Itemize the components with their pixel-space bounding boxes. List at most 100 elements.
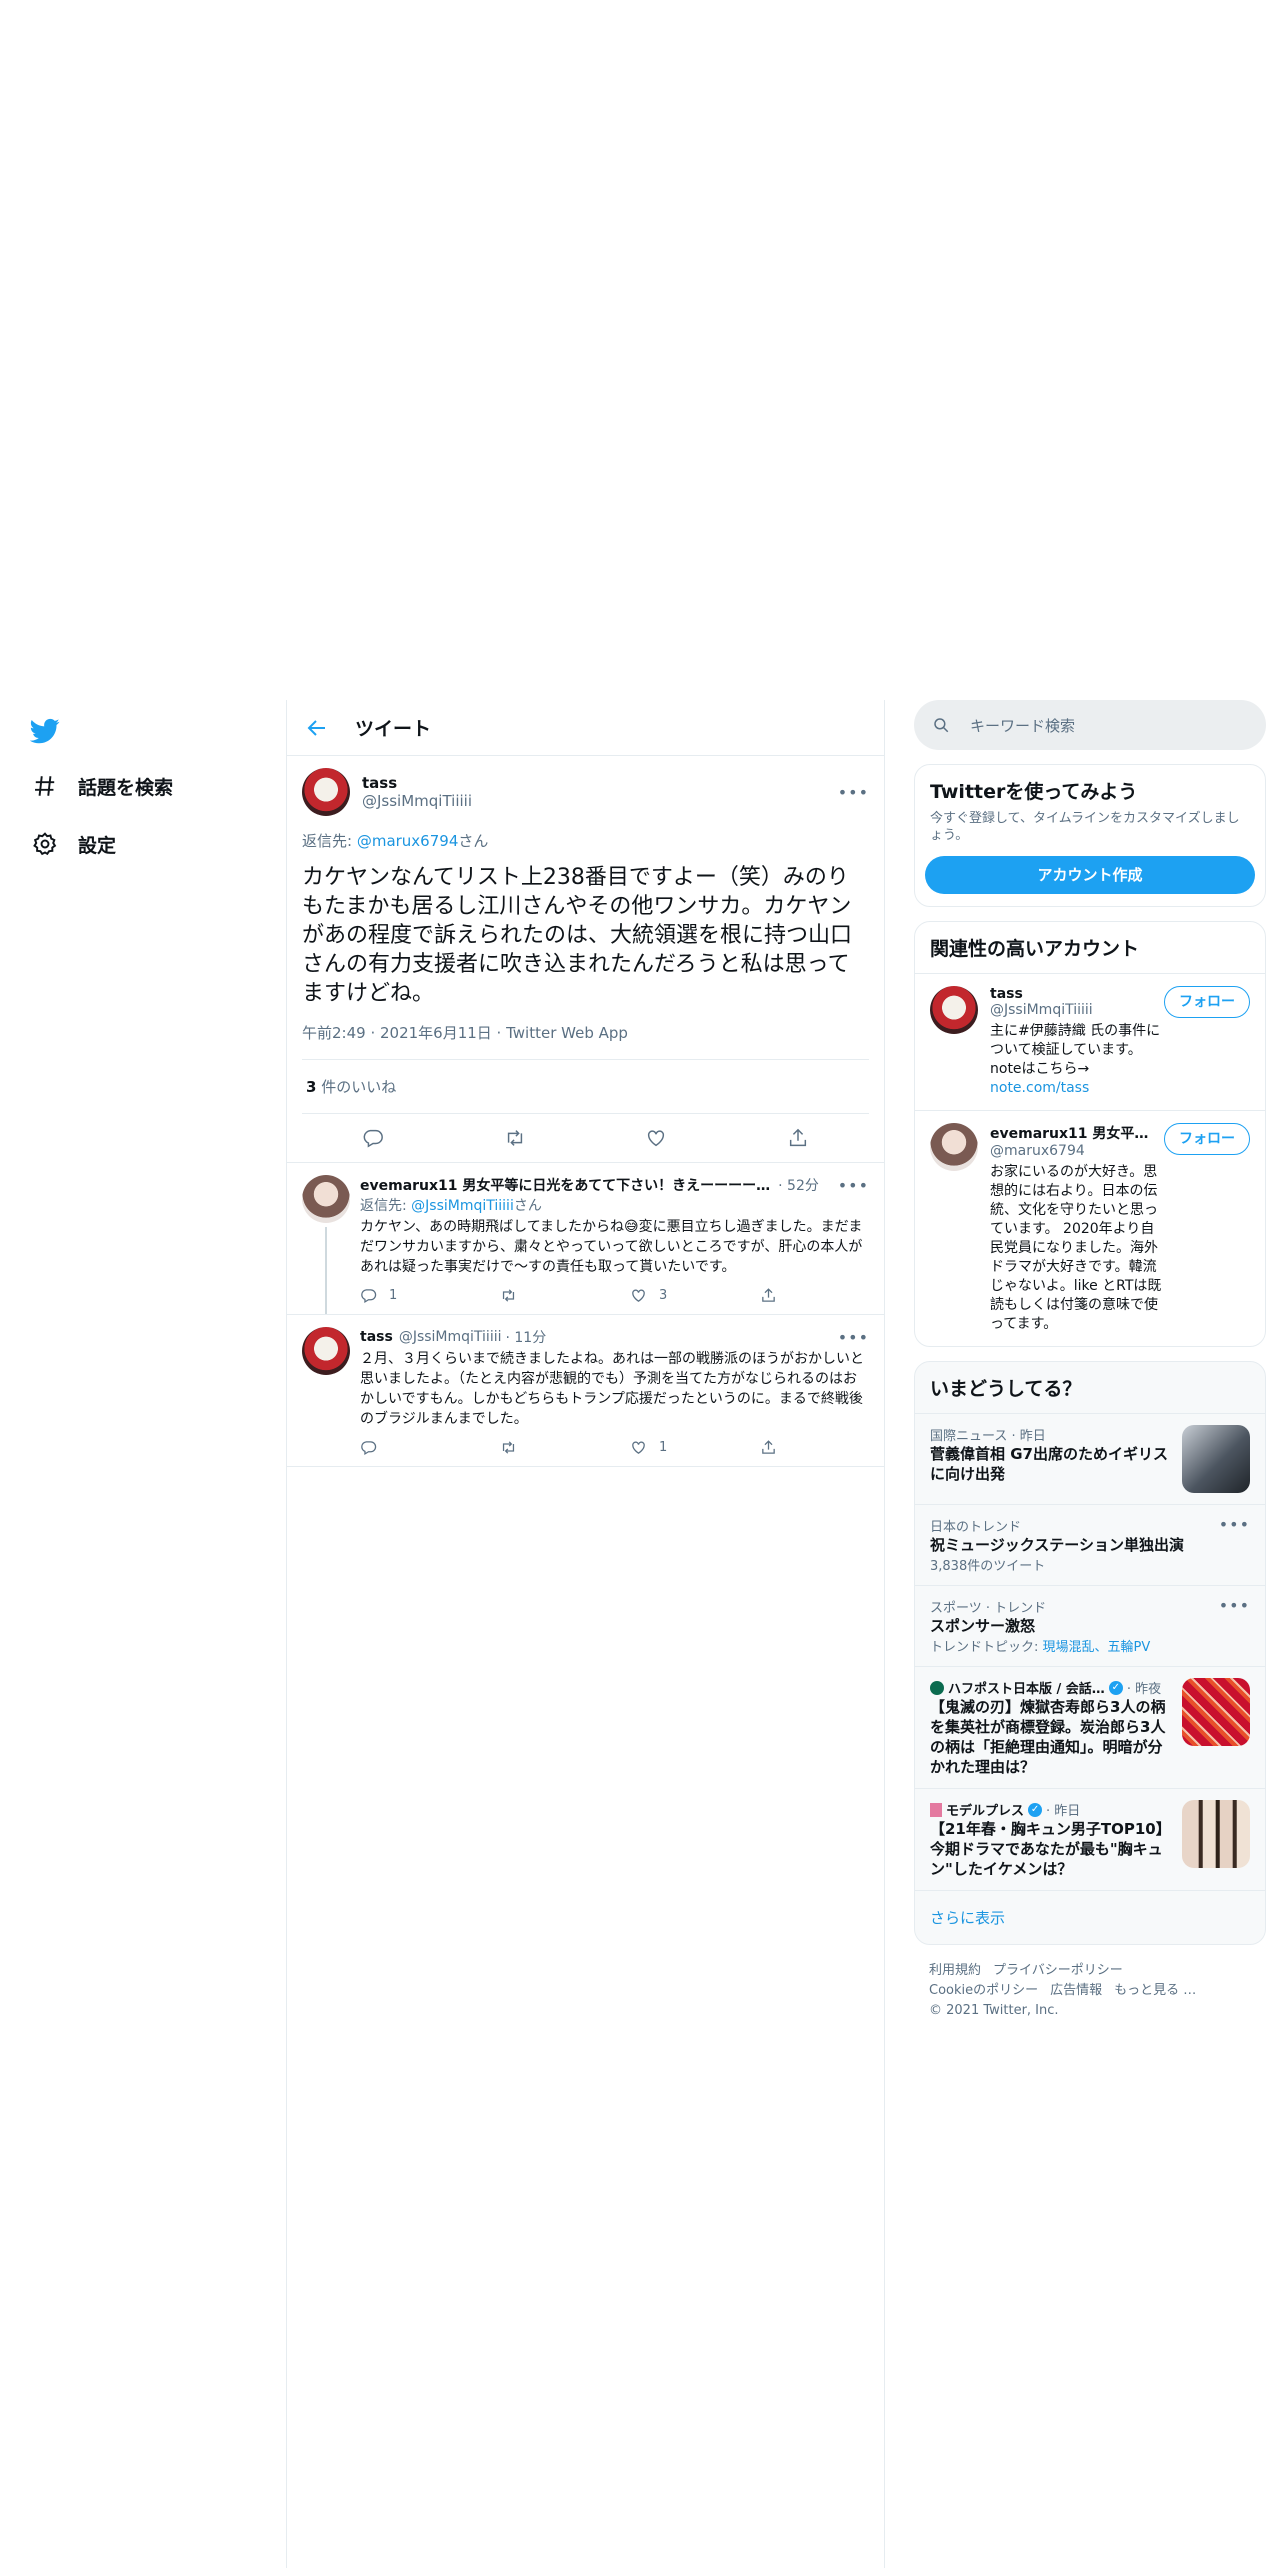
page-header: ツイート	[287, 700, 884, 756]
footer-link[interactable]: もっと見る …	[1114, 1983, 1196, 1998]
trend-item[interactable]: 国際ニュース · 昨日 菅義偉首相 G7出席のためイギリスに向け出発	[915, 1413, 1265, 1504]
verified-badge-icon: ✓	[1108, 1680, 1123, 1695]
reply-to-link[interactable]: @marux6794	[357, 832, 459, 850]
more-options-icon[interactable]: •••	[838, 783, 869, 802]
like-button[interactable]: 1	[630, 1439, 730, 1456]
tweet-text: カケヤン、あの時期飛ばしてましたからね😅変に悪目立ちし過ぎました。まだまだワンサ…	[360, 1219, 863, 1275]
footer-link[interactable]: Cookieのポリシー	[929, 1983, 1038, 1998]
avatar[interactable]	[302, 1175, 350, 1223]
account-bio-link[interactable]: note.com/tass	[990, 1079, 1164, 1098]
search-icon	[934, 718, 949, 733]
like-icon[interactable]	[645, 1127, 667, 1149]
right-sidebar: キーワード検索 Twitterを使ってみよう 今すぐ登録して、タイムラインをカス…	[914, 700, 1266, 2037]
retweet-icon	[502, 1289, 515, 1302]
trend-time: · 昨夜	[1126, 1682, 1162, 1697]
author-handle[interactable]: @JssiMmqiTiiiii	[399, 1329, 502, 1345]
more-options-icon[interactable]: •••	[1219, 1515, 1250, 1534]
trend-item[interactable]: ハフポスト日本版 / 会話… ✓ · 昨夜 【鬼滅の刃】煉獄杏寿郎ら3人の柄を集…	[915, 1666, 1265, 1788]
reply-to-link[interactable]: @JssiMmqiTiiiii	[411, 1198, 514, 1214]
like-icon	[632, 1441, 645, 1454]
trend-title: 菅義偉首相 G7出席のためイギリスに向け出発	[930, 1445, 1168, 1483]
account-item[interactable]: tass @JssiMmqiTiiiii 主に#伊藤詩織 氏の事件について検証し…	[915, 973, 1265, 1110]
verified-badge-icon: ✓	[1028, 1802, 1043, 1817]
like-button[interactable]: 3	[630, 1287, 730, 1304]
trend-item[interactable]: スポーツ · トレンド スポンサー激怒 トレンドトピック: 現場混乱、五輪PV …	[915, 1585, 1265, 1666]
footer-link[interactable]: プライバシーポリシー	[993, 1963, 1123, 1978]
share-button[interactable]	[760, 1439, 860, 1456]
back-arrow-icon[interactable]	[305, 716, 329, 740]
account-handle[interactable]: @JssiMmqiTiiiii	[990, 1002, 1164, 1018]
avatar[interactable]	[302, 768, 350, 816]
avatar[interactable]	[930, 1123, 978, 1171]
likes-count: 3	[306, 1078, 317, 1096]
footer: 利用規約 プライバシーポリシー Cookieのポリシー 広告情報 もっと見る … © …	[914, 1945, 1266, 2037]
search-box[interactable]: キーワード検索	[914, 700, 1266, 750]
trend-item[interactable]: モデルプレス ✓ · 昨日 【21年春・胸キュン男子TOP10】今期ドラマであな…	[915, 1788, 1265, 1890]
author-handle[interactable]: @JssiMmqiTiiiii	[362, 792, 838, 810]
avatar[interactable]	[302, 1327, 350, 1375]
publisher-icon	[930, 1802, 942, 1817]
share-icon[interactable]	[787, 1127, 809, 1149]
relevant-title: 関連性の高いアカウント	[930, 938, 1140, 960]
reply-tweet[interactable]: evemarux11 男女平等に日光をあてて下さい！きえーーーー… · 52分 …	[287, 1163, 884, 1315]
search-input[interactable]: キーワード検索	[970, 715, 1075, 736]
account-name[interactable]: evemarux11 男女平…	[990, 1123, 1164, 1143]
follow-button[interactable]: フォロー	[1164, 1123, 1250, 1155]
author-name[interactable]: tass	[360, 1329, 393, 1345]
show-more-link[interactable]: さらに表示	[915, 1890, 1265, 1944]
reply-button[interactable]	[360, 1439, 460, 1456]
gear-icon	[33, 832, 57, 856]
tweet-time[interactable]: · 52分	[778, 1175, 819, 1195]
page-title: ツイート	[355, 718, 432, 740]
tweet-time[interactable]: · 11分	[505, 1327, 546, 1347]
share-icon	[762, 1288, 775, 1302]
twitter-logo-icon[interactable]	[30, 716, 60, 746]
retweet-button[interactable]	[500, 1439, 600, 1456]
retweet-button[interactable]	[500, 1287, 600, 1304]
share-button[interactable]	[760, 1287, 860, 1304]
tweet-meta[interactable]: 午前2:49 · 2021年6月11日 · Twitter Web App	[302, 1022, 869, 1060]
account-handle[interactable]: @marux6794	[990, 1143, 1164, 1159]
create-account-button[interactable]: アカウント作成	[925, 856, 1255, 894]
avatar[interactable]	[930, 986, 978, 1034]
nav-settings[interactable]: 設定	[32, 824, 116, 864]
account-name[interactable]: tass	[990, 986, 1164, 1002]
tweet-actions: 1 3	[360, 1287, 869, 1304]
footer-link[interactable]: 広告情報	[1050, 1983, 1102, 1998]
account-item[interactable]: evemarux11 男女平… @marux6794 お家にいるのが大好き。思想…	[915, 1110, 1265, 1346]
tweet-actions	[302, 1114, 869, 1162]
trend-context: スポーツ · トレンド	[930, 1601, 1047, 1616]
follow-button[interactable]: フォロー	[1164, 986, 1250, 1018]
retweet-icon[interactable]	[504, 1127, 526, 1149]
author-name[interactable]: tass	[362, 774, 838, 792]
like-count: 3	[659, 1288, 668, 1303]
trend-topics[interactable]: 現場混乱、五輪PV	[1043, 1640, 1151, 1655]
more-options-icon[interactable]: •••	[838, 1328, 869, 1347]
trend-time: · 昨日	[1046, 1804, 1081, 1819]
copyright: © 2021 Twitter, Inc.	[929, 2003, 1059, 2018]
hashtag-icon	[35, 776, 55, 796]
account-bio: お家にいるのが大好き。思想的には右より。日本の伝統、文化を守りたいと思っています…	[990, 1164, 1162, 1332]
reply-tweet[interactable]: tass @JssiMmqiTiiiii · 11分 ••• ２月、３月くらいま…	[287, 1315, 884, 1467]
tweet-text: カケヤンなんてリスト上238番目ですよー（笑）みのりもたまかも居るし江川さんやそ…	[302, 865, 853, 1006]
tweet-text: ２月、３月くらいまで続きましたよね。あれは一部の戦勝派のほうがおかしいと思いまし…	[360, 1351, 864, 1427]
reply-context: 返信先: @marux6794さん	[302, 830, 869, 851]
footer-link[interactable]: 利用規約	[929, 1963, 981, 1978]
trend-thumbnail	[1182, 1678, 1250, 1746]
nav-explore[interactable]: 話題を検索	[32, 766, 173, 806]
reply-button[interactable]: 1	[360, 1287, 460, 1304]
trend-item[interactable]: 日本のトレンド 祝ミュージックステーション単独出演 3,838件のツイート ••…	[915, 1504, 1265, 1585]
like-count: 1	[659, 1440, 668, 1455]
relevant-accounts-card: 関連性の高いアカウント tass @JssiMmqiTiiiii 主に#伊藤詩織…	[914, 921, 1266, 1347]
more-options-icon[interactable]: •••	[1219, 1596, 1250, 1615]
trend-thumbnail	[1182, 1800, 1250, 1868]
more-options-icon[interactable]: •••	[838, 1176, 869, 1195]
likes-summary[interactable]: 3 件のいいね	[302, 1060, 869, 1114]
trend-thumbnail	[1182, 1425, 1250, 1493]
trend-topics-label: トレンドトピック:	[930, 1640, 1043, 1655]
trends-title: いまどうしてる？	[930, 1378, 1082, 1400]
author-name[interactable]: evemarux11 男女平等に日光をあてて下さい！きえーーーー…	[360, 1175, 770, 1195]
publisher-icon	[930, 1680, 944, 1695]
reply-icon[interactable]	[362, 1127, 384, 1149]
reply-prefix: 返信先:	[360, 1198, 412, 1214]
